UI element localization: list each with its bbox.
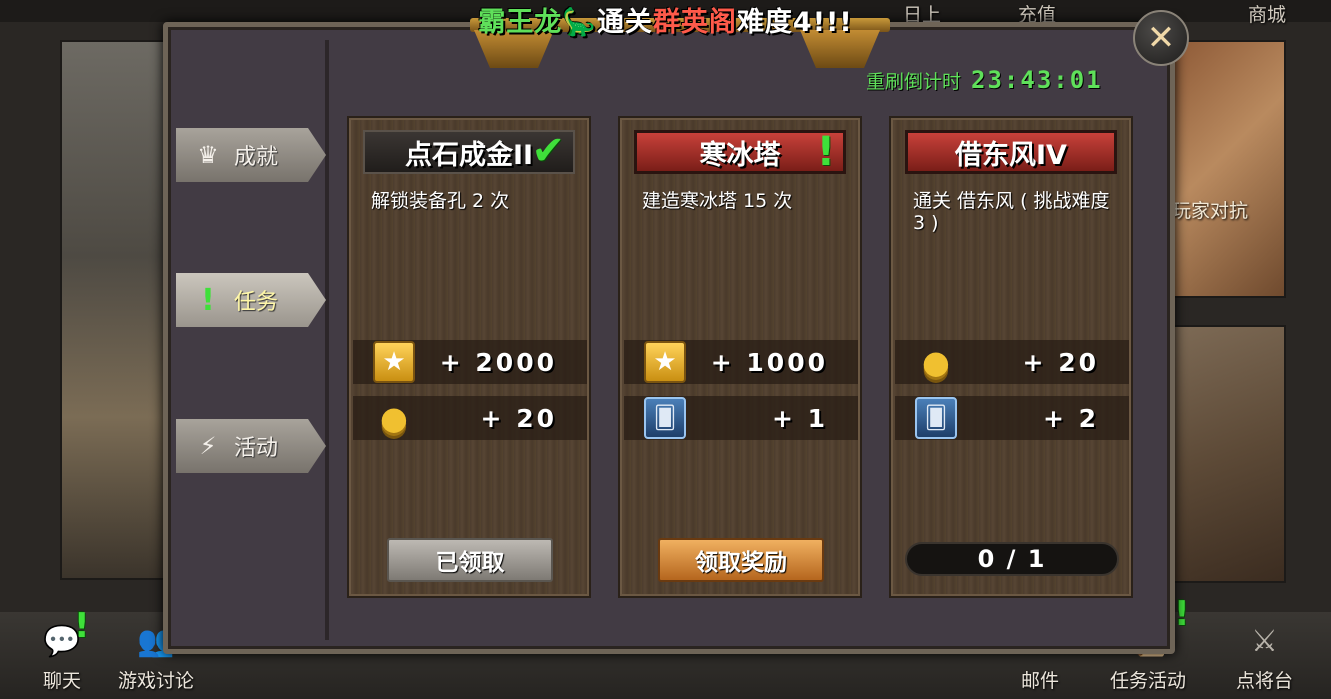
tab-achievements[interactable]: ♛ 成就 [176, 128, 326, 182]
recruit-button[interactable]: ⚔ 点将台 [1236, 618, 1293, 693]
tab-tasks-label: 任务 [234, 290, 279, 315]
reward-row: 🂠 + 2 [895, 396, 1129, 440]
quest-title: 点石成金II [404, 139, 534, 171]
quest-title: 借东风IV [955, 139, 1067, 171]
banner-text: 霸王龙🦕通关群英阁难度4!!! [0, 0, 1331, 39]
check-icon: ✔ [531, 128, 565, 174]
reward-row: 🂠 + 1 [624, 396, 858, 440]
claimed-button: 已领取 [387, 538, 553, 582]
quest-card: 借东风IV 通关 借东风 ( 挑战难度 3 ) ● + 20 🂠 + 2 0 /… [889, 116, 1133, 598]
mail-label: 邮件 [1020, 670, 1059, 692]
quest-title-box: 寒冰塔 ! [634, 129, 846, 175]
banner-difficulty: 难度4!!! [736, 7, 853, 38]
reward-row: ★ + 2000 [353, 340, 587, 384]
background-art-right-bottom [1170, 325, 1286, 583]
quest-activity-label: 任务活动 [1110, 670, 1187, 692]
tab-events-label: 活动 [234, 436, 279, 461]
reward-row: ★ + 1000 [624, 340, 858, 384]
quest-title: 寒冰塔 [699, 139, 781, 171]
chat-alert-icon: ! [74, 606, 90, 646]
discussion-label: 游戏讨论 [118, 670, 195, 692]
quest-alert-icon: ! [1174, 594, 1190, 634]
crown-icon: ♛ [197, 141, 219, 169]
close-button[interactable]: ✕ [1133, 10, 1189, 66]
quest-card: 点石成金II ✔ 解锁装备孔 2 次 ★ + 2000 ● + 20 已领取 [347, 116, 591, 598]
dinosaur-icon: 🦕 [562, 7, 597, 38]
card-icon: 🂠 [644, 397, 686, 439]
side-divider [325, 40, 329, 640]
reward-row: ● + 20 [353, 396, 587, 440]
banner-action: 通关 [596, 7, 653, 38]
refresh-countdown: 重刷倒计时 23:43:01 [866, 66, 1103, 94]
background-art-right-top [1170, 40, 1286, 298]
reward-row: ● + 20 [895, 340, 1129, 384]
reward-value: + 20 [1022, 347, 1099, 377]
banner-stage: 群英阁 [652, 7, 737, 38]
star-icon: ★ [373, 341, 415, 383]
reward-value: + 2000 [439, 347, 557, 377]
tab-events[interactable]: ⚡ 活动 [176, 419, 326, 473]
reward-value: + 1 [771, 403, 828, 433]
pvp-label: 玩家对抗 [1172, 200, 1249, 222]
coin-icon: ● [922, 343, 950, 381]
recruit-icon: ⚔ [1251, 623, 1278, 659]
quest-description: 通关 借东风 ( 挑战难度 3 ) [913, 190, 1110, 234]
quest-title-box: 点石成金II ✔ [363, 128, 575, 174]
exclamation-icon: ! [816, 129, 835, 175]
coin-icon: ● [380, 399, 408, 437]
tab-achievements-label: 成就 [234, 145, 279, 170]
reward-value: + 1000 [710, 347, 828, 377]
reward-value: + 2 [1042, 403, 1099, 433]
quest-description: 解锁装备孔 2 次 [371, 190, 510, 212]
lightning-icon: ⚡ [199, 432, 217, 460]
quest-description: 建造寒冰塔 15 次 [642, 190, 793, 212]
exclamation-icon: ! [201, 282, 215, 318]
chat-label: 聊天 [42, 670, 81, 692]
recruit-label: 点将台 [1236, 670, 1294, 692]
background-art-left [60, 40, 170, 580]
quest-card: 寒冰塔 ! 建造寒冰塔 15 次 ★ + 1000 🂠 + 1 领取奖励 [618, 116, 862, 598]
claim-reward-button[interactable]: 领取奖励 [658, 538, 824, 582]
star-icon: ★ [644, 341, 686, 383]
close-icon: ✕ [1146, 18, 1176, 58]
tab-tasks[interactable]: ! 任务 [176, 273, 326, 327]
refresh-timer: 23:43:01 [971, 66, 1103, 94]
announcement-banner: 霸王龙🦕通关群英阁难度4!!! [0, 0, 1331, 68]
refresh-label: 重刷倒计时 [866, 71, 962, 93]
progress-bar: 0 / 1 [905, 542, 1119, 576]
quest-title-box: 借东风IV [905, 130, 1117, 174]
banner-player: 霸王龙 [478, 7, 563, 38]
reward-value: + 20 [480, 403, 557, 433]
card-icon: 🂠 [915, 397, 957, 439]
